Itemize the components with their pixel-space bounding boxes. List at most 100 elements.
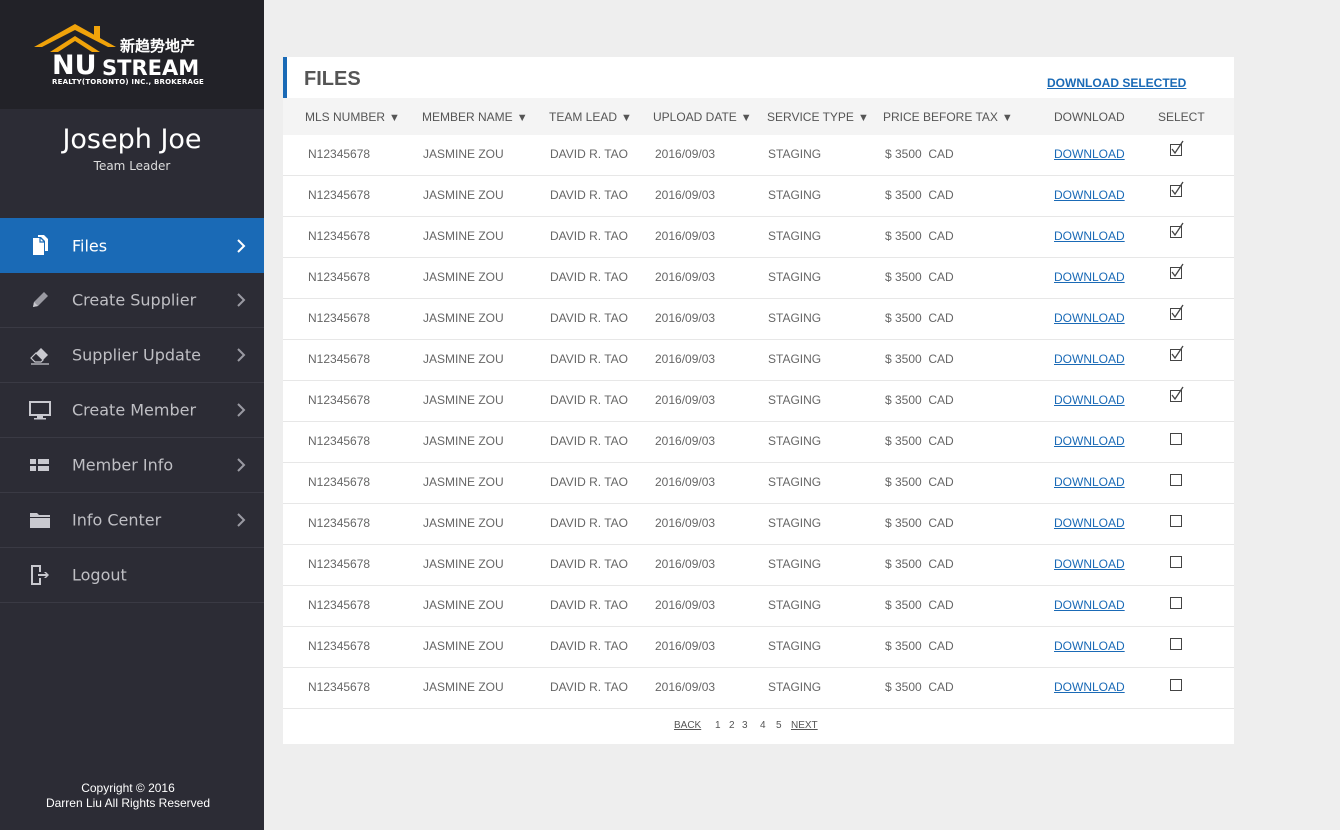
pagination-page[interactable]: 4 <box>760 720 766 731</box>
download-link[interactable]: DOWNLOAD <box>1054 516 1125 530</box>
select-checkbox-checked[interactable] <box>1170 222 1184 238</box>
cell-member-name: JASMINE ZOU <box>423 393 504 407</box>
sidebar-item-files[interactable]: Files <box>0 218 264 273</box>
sidebar-item-info-center[interactable]: Info Center <box>0 493 264 548</box>
select-checkbox-checked[interactable] <box>1170 386 1184 402</box>
brand-logo[interactable]: 新趋势地产 NU STREAM REALTY(TORONTO) INC., BR… <box>0 0 264 109</box>
select-checkbox-checked[interactable] <box>1170 140 1184 156</box>
cell-upload-date: 2016/09/03 <box>655 188 716 202</box>
download-link[interactable]: DOWNLOAD <box>1054 475 1125 489</box>
cell-price: $ 3500 CAD <box>885 434 954 448</box>
pagination-page[interactable]: 2 <box>729 720 735 731</box>
cell-service-type: STAGING <box>768 147 822 161</box>
column-header-label: UPLOAD DATE <box>653 110 737 124</box>
logo-nu-text: NU <box>52 50 97 81</box>
cell-team-lead: DAVID R. TAO <box>550 352 629 366</box>
download-link[interactable]: DOWNLOAD <box>1054 270 1125 284</box>
download-link[interactable]: DOWNLOAD <box>1054 639 1125 653</box>
cell-upload-date: 2016/09/03 <box>655 598 716 612</box>
download-link[interactable]: DOWNLOAD <box>1054 434 1125 448</box>
logo-chinese-text: 新趋势地产 <box>120 37 196 55</box>
select-checkbox[interactable] <box>1170 638 1182 650</box>
cell-service-type: STAGING <box>768 475 822 489</box>
logo-stream-text: STREAM <box>102 56 200 80</box>
cell-member-name: JASMINE ZOU <box>423 557 504 571</box>
cell-mls-number: N12345678 <box>308 393 371 407</box>
cell-price: $ 3500 CAD <box>885 229 954 243</box>
column-header-price-before-tax[interactable]: PRICE BEFORE TAX ▼ <box>883 110 1013 124</box>
grid-icon <box>30 459 49 471</box>
cell-price: $ 3500 CAD <box>885 516 954 530</box>
select-checkbox-checked[interactable] <box>1170 345 1184 361</box>
pagination-page[interactable]: 3 <box>742 720 748 731</box>
cell-member-name: JASMINE ZOU <box>423 352 504 366</box>
select-checkbox[interactable] <box>1170 433 1182 445</box>
download-link[interactable]: DOWNLOAD <box>1054 352 1125 366</box>
column-header-team-lead[interactable]: TEAM LEAD ▼ <box>549 110 632 124</box>
pagination-next[interactable]: NEXT <box>791 720 818 731</box>
table-body: N12345678 JASMINE ZOU DAVID R. TAO 2016/09/… <box>283 135 1234 709</box>
download-link[interactable]: DOWNLOAD <box>1054 311 1125 325</box>
cell-team-lead: DAVID R. TAO <box>550 434 629 448</box>
sort-arrow-icon: ▼ <box>740 112 752 124</box>
cell-mls-number: N12345678 <box>308 229 371 243</box>
cell-price: $ 3500 CAD <box>885 270 954 284</box>
select-checkbox[interactable] <box>1170 679 1182 691</box>
sidebar-item-label: Files <box>72 236 108 255</box>
cell-mls-number: N12345678 <box>308 270 371 284</box>
cell-upload-date: 2016/09/03 <box>655 311 716 325</box>
sidebar-item-create-member[interactable]: Create Member <box>0 383 264 438</box>
pagination-back[interactable]: BACK <box>674 720 701 731</box>
column-header-download: DOWNLOAD <box>1054 110 1125 124</box>
cell-member-name: JASMINE ZOU <box>423 475 504 489</box>
pagination: BACK 1 2 3 4 5 NEXT <box>283 720 1234 734</box>
select-checkbox[interactable] <box>1170 515 1182 527</box>
cell-service-type: STAGING <box>768 270 822 284</box>
copyright-line: Copyright © 2016 <box>81 781 175 795</box>
chevron-right-icon <box>237 513 246 527</box>
column-header-mls-number[interactable]: MLS NUMBER ▼ <box>305 110 400 124</box>
logout-icon <box>31 565 49 585</box>
sidebar-item-create-supplier[interactable]: Create Supplier <box>0 273 264 328</box>
sidebar-item-logout[interactable]: Logout <box>0 548 264 603</box>
select-checkbox-checked[interactable] <box>1170 304 1184 320</box>
select-checkbox[interactable] <box>1170 556 1182 568</box>
table-row: N12345678 JASMINE ZOU DAVID R. TAO 2016/09/… <box>283 340 1234 381</box>
pagination-page[interactable]: 5 <box>776 720 782 731</box>
select-checkbox-checked[interactable] <box>1170 181 1184 197</box>
cell-mls-number: N12345678 <box>308 352 371 366</box>
cell-price: $ 3500 CAD <box>885 639 954 653</box>
sidebar-item-supplier-update[interactable]: Supplier Update <box>0 328 264 383</box>
chevron-right-icon <box>237 348 246 362</box>
download-link[interactable]: DOWNLOAD <box>1054 557 1125 571</box>
cell-member-name: JASMINE ZOU <box>423 434 504 448</box>
cell-upload-date: 2016/09/03 <box>655 393 716 407</box>
download-link[interactable]: DOWNLOAD <box>1054 229 1125 243</box>
cell-member-name: JASMINE ZOU <box>423 598 504 612</box>
cell-service-type: STAGING <box>768 311 822 325</box>
select-checkbox[interactable] <box>1170 474 1182 486</box>
download-selected-link[interactable]: DOWNLOAD SELECTED <box>1047 76 1186 90</box>
cell-member-name: JASMINE ZOU <box>423 639 504 653</box>
monitor-icon <box>29 401 51 420</box>
column-header-member-name[interactable]: MEMBER NAME ▼ <box>422 110 528 124</box>
download-link[interactable]: DOWNLOAD <box>1054 680 1125 694</box>
download-link[interactable]: DOWNLOAD <box>1054 188 1125 202</box>
cell-team-lead: DAVID R. TAO <box>550 598 629 612</box>
download-link[interactable]: DOWNLOAD <box>1054 393 1125 407</box>
column-header-service-type[interactable]: SERVICE TYPE ▼ <box>767 110 869 124</box>
table-header: MLS NUMBER ▼ MEMBER NAME ▼ TEAM LEAD ▼ UPLO… <box>283 98 1234 135</box>
cell-upload-date: 2016/09/03 <box>655 516 716 530</box>
cell-upload-date: 2016/09/03 <box>655 270 716 284</box>
cell-service-type: STAGING <box>768 434 822 448</box>
sidebar-item-member-info[interactable]: Member Info <box>0 438 264 493</box>
select-checkbox[interactable] <box>1170 597 1182 609</box>
cell-team-lead: DAVID R. TAO <box>550 639 629 653</box>
logo-subtitle: REALTY(TORONTO) INC., BROKERAGE <box>52 78 204 86</box>
download-link[interactable]: DOWNLOAD <box>1054 147 1125 161</box>
select-checkbox-checked[interactable] <box>1170 263 1184 279</box>
download-link[interactable]: DOWNLOAD <box>1054 598 1125 612</box>
cell-upload-date: 2016/09/03 <box>655 229 716 243</box>
pagination-page[interactable]: 1 <box>715 720 721 731</box>
column-header-upload-date[interactable]: UPLOAD DATE ▼ <box>653 110 752 124</box>
